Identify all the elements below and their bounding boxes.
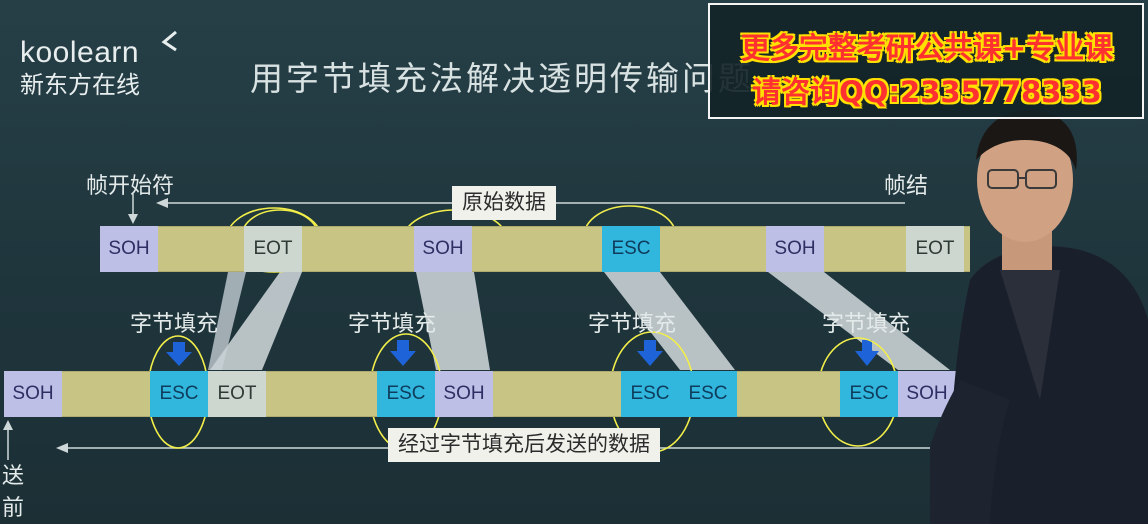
top-cell-eot: EOT xyxy=(244,226,302,272)
frame-end-label: 帧结 xyxy=(884,174,929,199)
frame-start-label: 帧开始符 xyxy=(86,174,175,199)
stuffed-data-label: 经过字节填充后发送的数据 xyxy=(388,428,660,462)
top-cell-soh: SOH xyxy=(766,226,824,272)
original-data-label: 原始数据 xyxy=(452,186,556,220)
stuff-arrows xyxy=(166,340,879,366)
stuffing-label: 字节填充 xyxy=(348,312,437,337)
bottom-cell-eot: EOT xyxy=(208,371,266,417)
bottom-cell-esc: ESC xyxy=(840,371,898,417)
stuffing-label: 字节填充 xyxy=(822,312,911,337)
bottom-cell-esc: ESC xyxy=(679,371,737,417)
send-before-label-2: 前 xyxy=(2,496,25,521)
bottom-cell-esc: ESC xyxy=(377,371,435,417)
ad-line-1: 更多完整考研公共课+专业课 xyxy=(740,31,1114,65)
top-cell-soh: SOH xyxy=(414,226,472,272)
presenter-figure xyxy=(930,109,1148,524)
bottom-cell-soh: SOH xyxy=(4,371,62,417)
bottom-cell-esc: ESC xyxy=(150,371,208,417)
original-frame-bar xyxy=(100,226,970,272)
bottom-cell-soh: SOH xyxy=(435,371,493,417)
top-cell-esc: ESC xyxy=(602,226,660,272)
send-before-label-1: 送 xyxy=(2,464,25,489)
stuffing-label: 字节填充 xyxy=(130,312,219,337)
bottom-cell-esc: ESC xyxy=(621,371,679,417)
ad-line-2: 请咨询QQ:2335778333 xyxy=(752,75,1102,109)
top-cell-soh: SOH xyxy=(100,226,158,272)
stuffing-label: 字节填充 xyxy=(588,312,677,337)
ad-banner: 更多完整考研公共课+专业课 请咨询QQ:2335778333 xyxy=(708,3,1144,119)
